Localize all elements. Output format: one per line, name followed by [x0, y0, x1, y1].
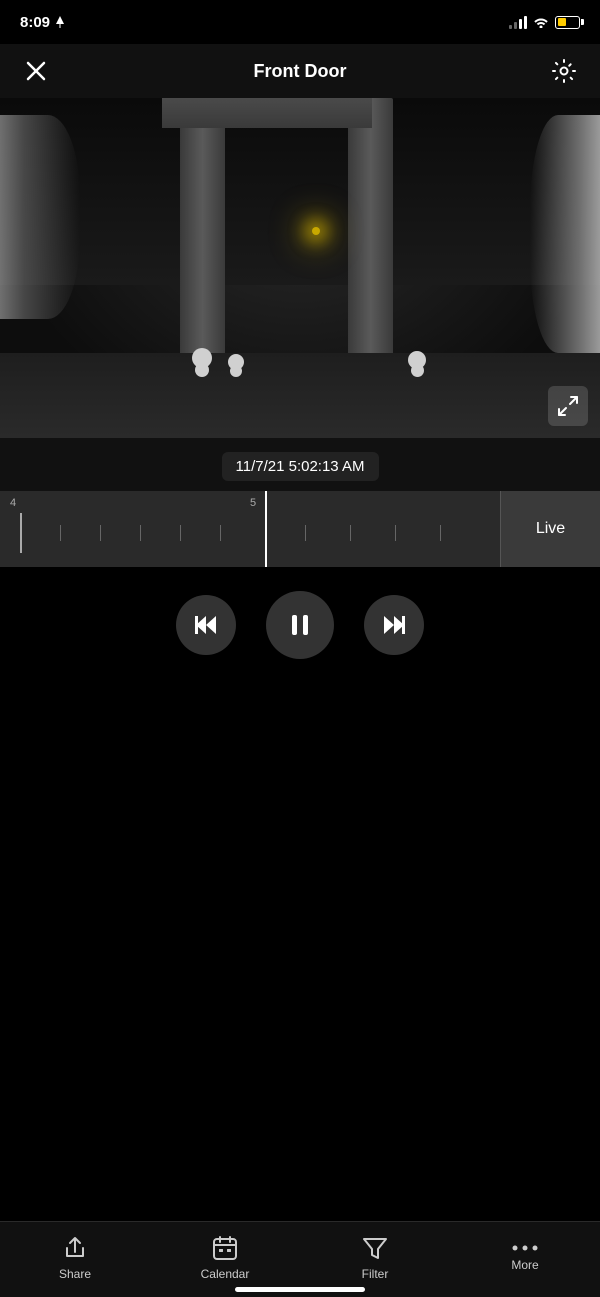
status-icons — [509, 16, 580, 29]
snowman-2 — [228, 354, 244, 377]
share-icon — [61, 1234, 89, 1262]
more-label: More — [511, 1258, 538, 1272]
location-icon — [55, 16, 65, 28]
status-time: 8:09 — [20, 14, 65, 31]
more-icon — [511, 1243, 539, 1253]
tick-minor — [180, 525, 181, 541]
tick-minor — [220, 525, 221, 541]
tick-minor — [140, 525, 141, 541]
empty-area — [0, 679, 600, 1149]
snowman-1 — [192, 348, 212, 377]
tick-minor — [305, 525, 306, 541]
wifi-icon — [533, 16, 549, 28]
tick-minor — [350, 525, 351, 541]
skip-back-button[interactable] — [176, 595, 236, 655]
playback-controls — [0, 567, 600, 679]
filter-label: Filter — [362, 1267, 389, 1281]
timeline-labels: 4 5 — [0, 497, 500, 509]
calendar-icon — [211, 1234, 239, 1262]
video-canvas — [0, 98, 600, 438]
page-title: Front Door — [254, 61, 347, 82]
bottom-nav-items: Share Calendar Filter — [0, 1222, 600, 1289]
skip-back-icon — [193, 612, 219, 638]
live-label: Live — [536, 520, 565, 538]
pause-button[interactable] — [266, 591, 334, 659]
skip-forward-icon — [381, 612, 407, 638]
signal-icon — [509, 16, 527, 29]
ground — [0, 353, 600, 438]
calendar-nav-item[interactable]: Calendar — [190, 1234, 260, 1281]
tick-major-4 — [20, 513, 22, 553]
timeline-label-5: 5 — [250, 497, 256, 509]
calendar-label: Calendar — [201, 1267, 250, 1281]
tick-minor — [60, 525, 61, 541]
pause-icon — [286, 611, 314, 639]
video-player — [0, 98, 600, 438]
right-pillar — [348, 98, 393, 387]
battery-fill — [558, 18, 566, 26]
timeline-track[interactable]: 4 5 — [0, 491, 500, 567]
more-nav-item[interactable]: More — [490, 1243, 560, 1272]
live-button[interactable]: Live — [500, 491, 600, 567]
tick-minor — [100, 525, 101, 541]
home-indicator-bar — [235, 1287, 365, 1292]
left-figure — [0, 115, 80, 319]
timestamp-bar: 11/7/21 5:02:13 AM — [0, 438, 600, 491]
bottom-nav: Share Calendar Filter — [0, 1221, 600, 1297]
timeline-cursor — [265, 491, 267, 567]
home-indicator — [0, 1289, 600, 1297]
share-label: Share — [59, 1267, 91, 1281]
left-pillar — [180, 98, 225, 387]
arch — [162, 98, 372, 128]
filter-nav-item[interactable]: Filter — [340, 1234, 410, 1281]
share-nav-item[interactable]: Share — [40, 1234, 110, 1281]
skip-forward-button[interactable] — [364, 595, 424, 655]
filter-icon — [361, 1234, 389, 1262]
timeline-ticks — [0, 513, 500, 553]
video-scene — [0, 98, 600, 438]
settings-button[interactable] — [546, 53, 582, 89]
close-button[interactable] — [18, 53, 54, 89]
snowman-head — [195, 363, 209, 377]
time-display: 8:09 — [20, 14, 50, 31]
timestamp-badge: 11/7/21 5:02:13 AM — [222, 452, 379, 481]
right-figure — [530, 115, 600, 353]
expand-icon — [557, 395, 579, 417]
tick-minor — [440, 525, 441, 541]
top-nav: Front Door — [0, 44, 600, 98]
expand-button[interactable] — [548, 386, 588, 426]
timeline-row: 4 5 Live — [0, 491, 600, 567]
timeline-label-4: 4 — [10, 497, 16, 509]
battery-icon — [555, 16, 580, 29]
snowman-3 — [408, 351, 426, 377]
tick-minor — [395, 525, 396, 541]
status-bar: 8:09 — [0, 0, 600, 44]
